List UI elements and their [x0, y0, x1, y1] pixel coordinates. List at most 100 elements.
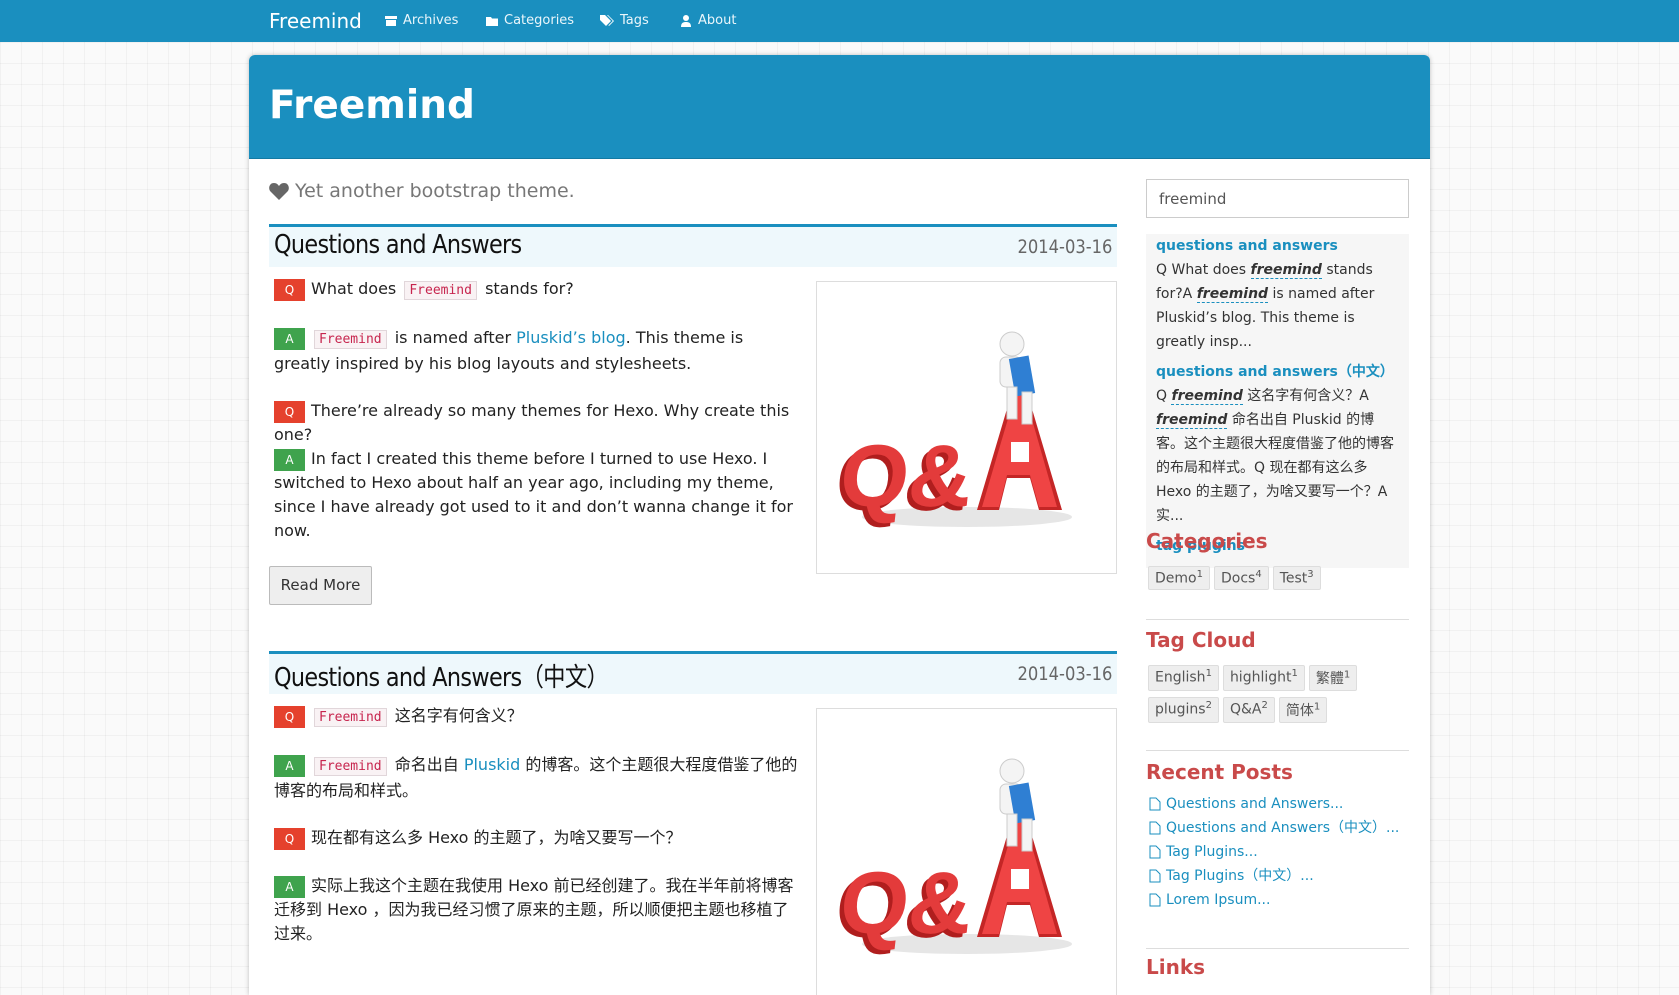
tag-english[interactable]: English1 [1148, 665, 1219, 691]
answer-badge: A [274, 327, 305, 350]
search-input[interactable] [1146, 179, 1409, 218]
recent-post-link[interactable]: Tag Plugins... [1149, 840, 1399, 864]
site-banner: Freemind [249, 55, 1430, 159]
categories-heading: Categories [1146, 529, 1268, 553]
file-icon [1149, 845, 1161, 859]
links-heading: Links [1146, 955, 1206, 979]
keyword-code: Freemind [404, 281, 477, 300]
category-list: Demo1 Docs4 Test3 [1148, 566, 1321, 590]
divider [1146, 948, 1409, 949]
file-icon [1149, 893, 1161, 907]
search-result-snippet: Q freemind 这名字有何含义？A freemind 命名出自 Plusk… [1156, 388, 1394, 524]
question-1: Q Freemind 这名字有何含义？ [274, 704, 804, 730]
answer-badge: A [274, 448, 305, 471]
search-results: questions and answers Q What does freemi… [1146, 234, 1409, 568]
tag-highlight[interactable]: highlight1 [1222, 665, 1305, 691]
keyword-code: Freemind [314, 757, 387, 776]
read-more-button[interactable]: Read More [269, 566, 372, 605]
divider [1146, 619, 1409, 620]
a1-pre: 命名出自 [394, 755, 459, 774]
search-result-title[interactable]: questions and answers [1156, 234, 1399, 258]
folder-icon [486, 16, 498, 26]
tag-cloud-row-1: English1 highlight1 繁體1 [1148, 665, 1358, 691]
answer-badge: A [274, 875, 305, 898]
post-date: 2014-03-16 [1017, 663, 1112, 685]
qa-illustration: Q& Q& [816, 281, 1117, 574]
question-badge: Q [274, 827, 305, 850]
qa-figure-image: Q& Q& [831, 331, 1072, 529]
recent-posts-heading: Recent Posts [1146, 760, 1293, 784]
keyword-code: Freemind [314, 708, 387, 727]
tagcloud-heading: Tag Cloud [1146, 628, 1256, 652]
answer-1: A Freemind 命名出自 Pluskid 的博客。这个主题很大程度借鉴了他的… [274, 753, 804, 803]
tag-plugins[interactable]: plugins2 [1148, 697, 1219, 723]
nav-item-tags[interactable]: Tags [600, 13, 649, 28]
file-icon [1149, 821, 1161, 835]
nav-item-categories[interactable]: Categories [486, 13, 574, 28]
q2-text: 现在都有这么多 Hexo 的主题了，为啥又要写一个？ [311, 828, 682, 847]
user-icon [681, 14, 691, 27]
recent-posts-list: Questions and Answers... Questions and A… [1149, 792, 1399, 912]
tag-cloud-row-2: plugins2 Q&A2 简体1 [1148, 697, 1328, 723]
qa-figure-image: Q& Q& [831, 758, 1072, 956]
nav-item-about[interactable]: About [680, 13, 736, 28]
tag-qa[interactable]: Q&A2 [1222, 697, 1275, 723]
recent-post-link[interactable]: Questions and Answers（中文）... [1149, 816, 1399, 840]
post-title[interactable]: Questions and Answers [274, 230, 522, 260]
category-tag-docs[interactable]: Docs4 [1213, 566, 1269, 590]
search-result-item[interactable]: questions and answers Q What does freemi… [1146, 234, 1409, 354]
post-header: Questions and Answers 2014-03-16 [269, 224, 1117, 267]
navbar-brand[interactable]: Freemind [269, 9, 362, 33]
a2-text: 实际上我这个主题在我使用 Hexo 前已经创建了。我在半年前将博客迁移到 Hex… [274, 876, 794, 943]
recent-post-link[interactable]: Lorem Ipsum... [1149, 888, 1399, 912]
question-badge: Q [274, 278, 305, 301]
nav-label-tags: Tags [620, 13, 649, 28]
post-1: Questions and Answers 2014-03-16 Q What d… [269, 224, 1117, 605]
top-navbar: Freemind Archives Categories Tags About [0, 0, 1679, 42]
answer-badge: A [274, 754, 305, 777]
svg-text:Q&: Q& [835, 853, 977, 952]
question-2: Q 现在都有这么多 Hexo 的主题了，为啥又要写一个？ [274, 826, 804, 850]
search-result-item[interactable]: questions and answers（中文） Q freemind 这名字… [1146, 360, 1409, 528]
recent-post-link[interactable]: Tag Plugins（中文）... [1149, 864, 1399, 888]
pluskid-link[interactable]: Pluskid [464, 755, 520, 774]
site-subtitle: Yet another bootstrap theme. [269, 180, 575, 202]
search-result-snippet: Q What does freemind stands for?A freemi… [1156, 262, 1375, 350]
banner-title[interactable]: Freemind [269, 83, 475, 128]
answer-1: A Freemind is named after Pluskid’s blog.… [274, 326, 804, 376]
category-tag-demo[interactable]: Demo1 [1148, 566, 1210, 590]
tag-traditional[interactable]: 繁體1 [1308, 665, 1358, 691]
question-badge: Q [274, 705, 305, 728]
archive-icon [385, 15, 397, 26]
post-header: Questions and Answers（中文） 2014-03-16 [269, 651, 1117, 694]
recent-post-link[interactable]: Questions and Answers... [1149, 792, 1399, 816]
nav-label-about: About [698, 13, 737, 28]
heart-icon [269, 183, 289, 200]
pluskid-blog-link[interactable]: Pluskid’s blog [516, 328, 626, 347]
keyword-code: Freemind [314, 330, 387, 349]
q2-text: There’re already so many themes for Hexo… [274, 401, 790, 444]
search-result-title[interactable]: questions and answers（中文） [1156, 360, 1399, 384]
file-icon [1149, 869, 1161, 883]
qa-illustration: Q& Q& [816, 708, 1117, 995]
answer-2: A 实际上我这个主题在我使用 Hexo 前已经创建了。我在半年前将博客迁移到 He… [274, 874, 804, 946]
a2-text: In fact I created this theme before I tu… [274, 449, 794, 540]
post-date: 2014-03-16 [1017, 236, 1112, 258]
svg-text:Q&: Q& [835, 426, 977, 525]
tag-simplified[interactable]: 简体1 [1278, 697, 1328, 723]
file-icon [1149, 797, 1161, 811]
q1-pre: What does [311, 279, 397, 298]
answer-2: A In fact I created this theme before I t… [274, 447, 804, 543]
tags-icon [600, 14, 614, 26]
post-title[interactable]: Questions and Answers（中文） [274, 657, 609, 694]
a1-pre: is named after [394, 328, 512, 347]
question-1: Q What does Freemind stands for? [274, 277, 804, 303]
main-container: Freemind Yet another bootstrap theme. Qu… [249, 55, 1430, 995]
q1-text: 这名字有何含义？ [394, 706, 523, 725]
nav-label-categories: Categories [504, 13, 575, 28]
category-tag-test[interactable]: Test3 [1272, 566, 1321, 590]
divider [1146, 750, 1409, 751]
nav-item-archives[interactable]: Archives [385, 13, 458, 28]
q1-text: stands for? [485, 279, 574, 298]
question-2: Q There’re already so many themes for Hex… [274, 399, 804, 447]
